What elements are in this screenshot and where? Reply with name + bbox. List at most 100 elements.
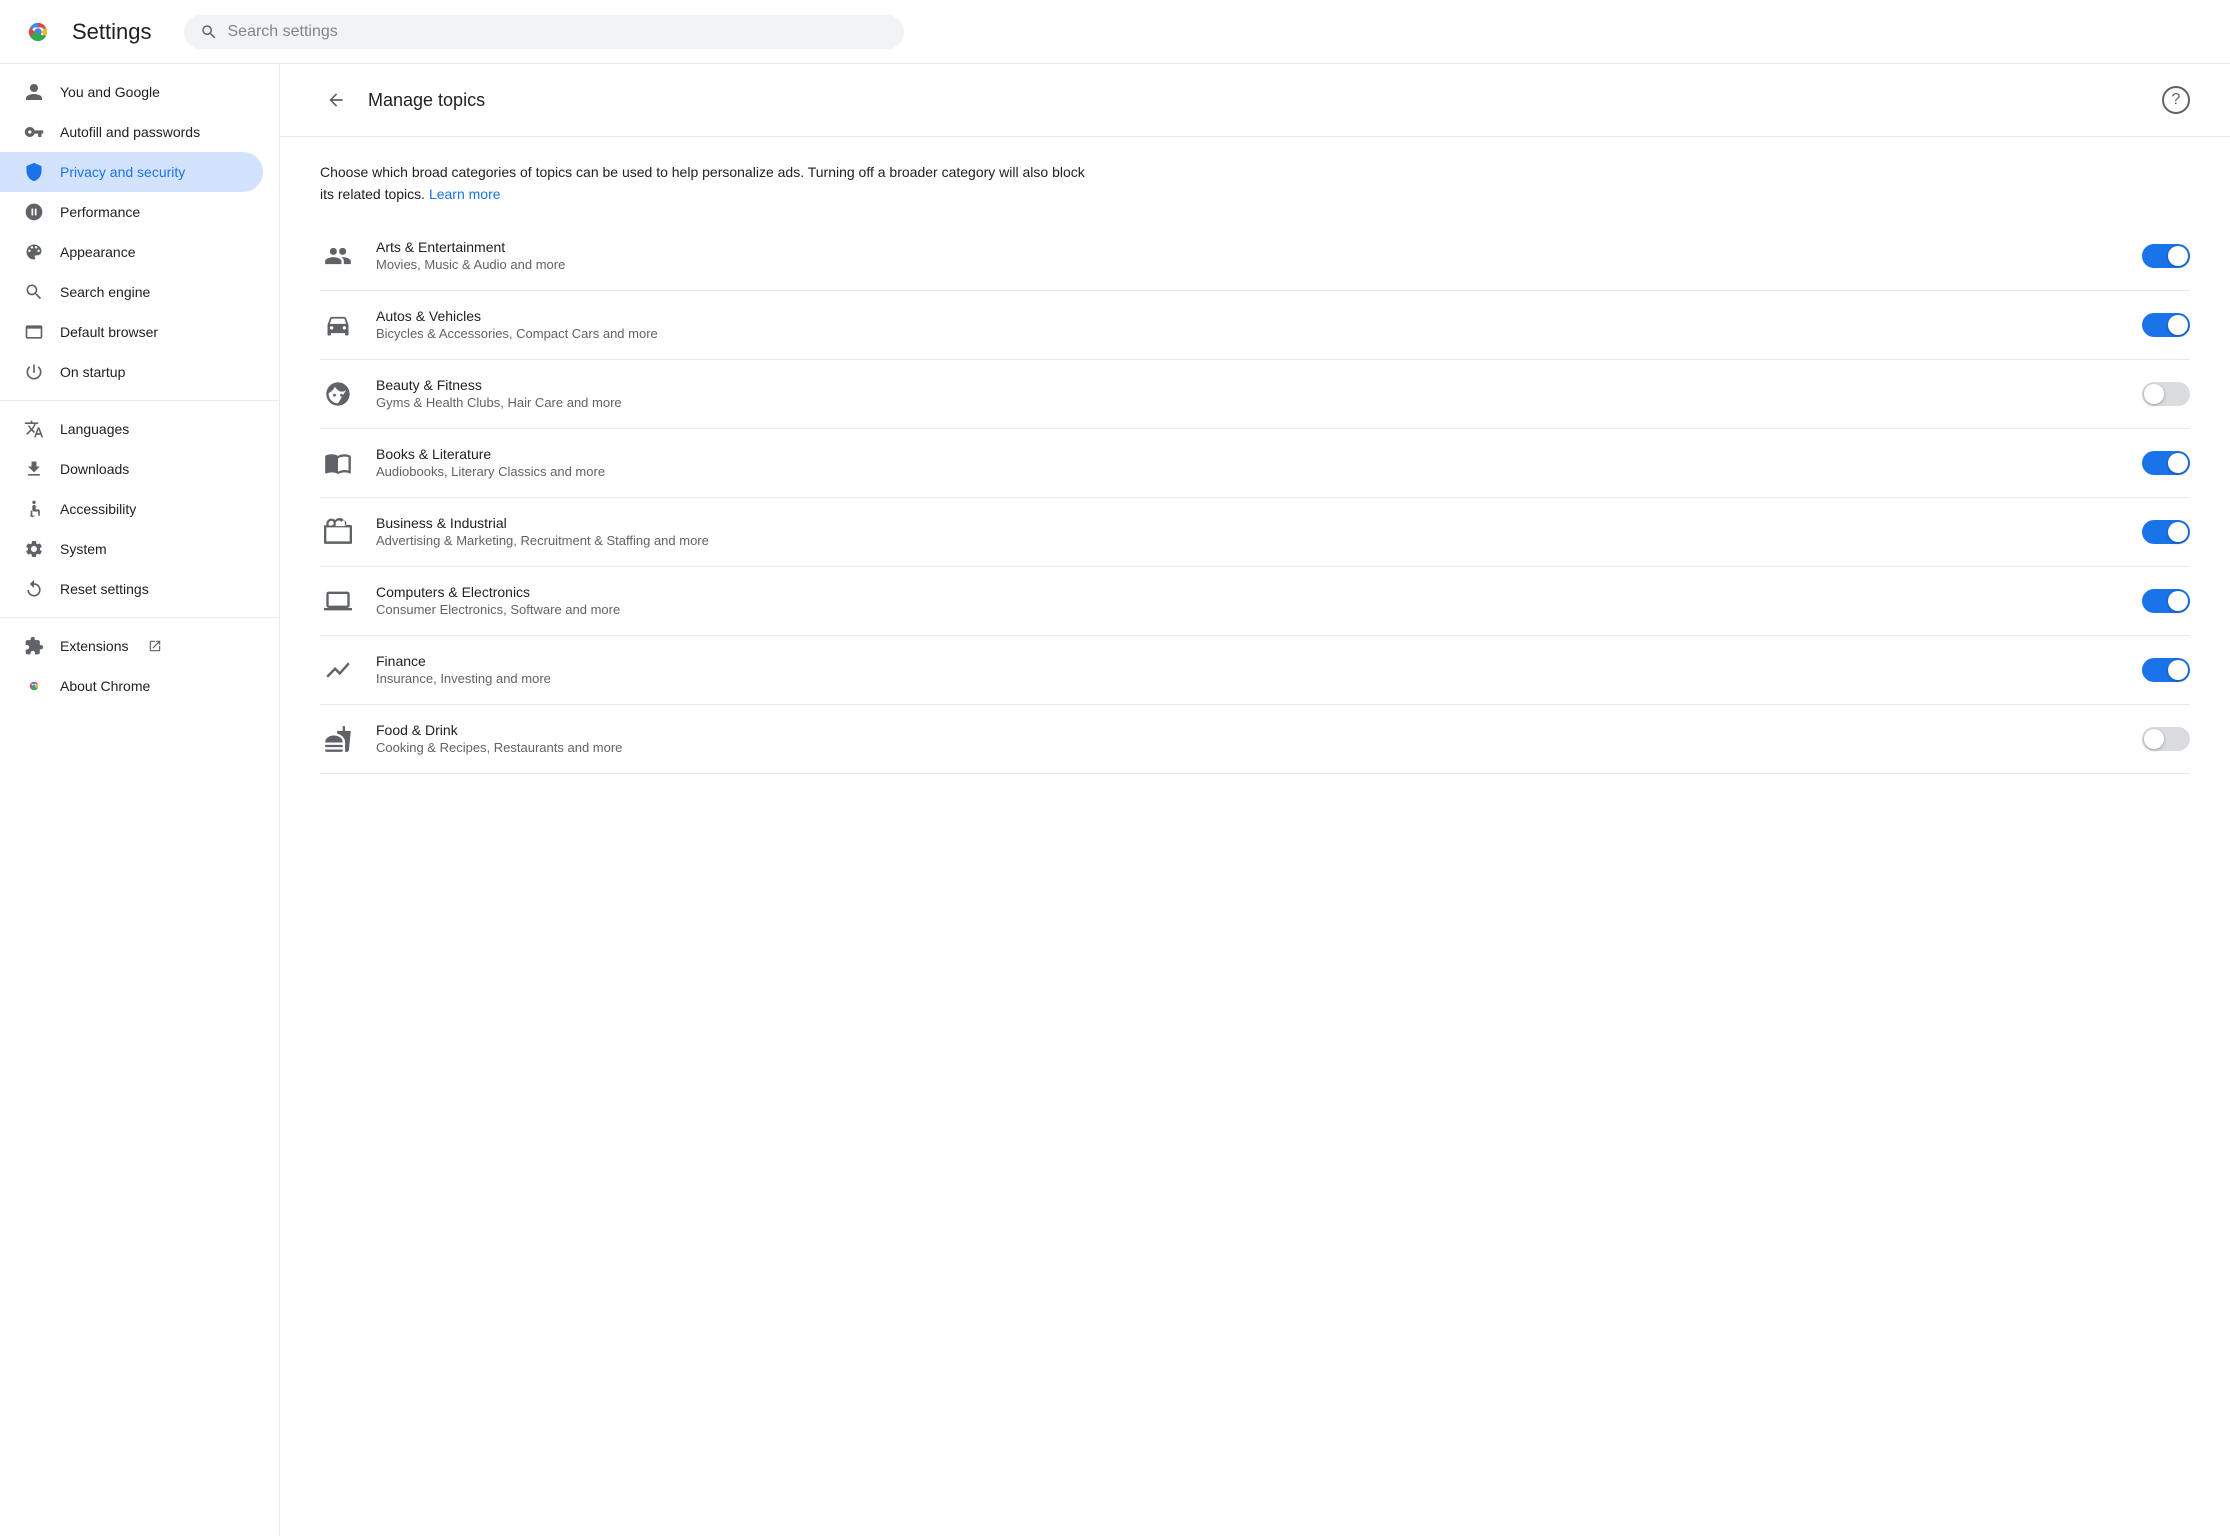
main-content: Manage topics ? Choose which broad categ… [280, 64, 2230, 1536]
back-button[interactable] [320, 84, 352, 116]
sidebar-label-you-and-google: You and Google [60, 84, 160, 100]
page-header-left: Manage topics [320, 84, 485, 116]
shield-icon [24, 162, 44, 182]
toggle-track-computers [2142, 589, 2190, 613]
beauty-icon [320, 376, 356, 412]
sidebar-item-about[interactable]: About Chrome [0, 666, 263, 706]
topic-text-autos: Autos & Vehicles Bicycles & Accessories,… [376, 308, 2122, 341]
sidebar-item-accessibility[interactable]: Accessibility [0, 489, 263, 529]
learn-more-link[interactable]: Learn more [429, 186, 501, 202]
extension-icon [24, 636, 44, 656]
sidebar-label-appearance: Appearance [60, 244, 136, 260]
topic-text-arts: Arts & Entertainment Movies, Music & Aud… [376, 239, 2122, 272]
sidebar-label-performance: Performance [60, 204, 140, 220]
books-icon [320, 445, 356, 481]
toggle-track-business [2142, 520, 2190, 544]
topic-sub-autos: Bicycles & Accessories, Compact Cars and… [376, 326, 2122, 341]
topic-text-books: Books & Literature Audiobooks, Literary … [376, 446, 2122, 479]
settings-title: Settings [72, 19, 152, 45]
toggle-food[interactable] [2142, 727, 2190, 751]
search-nav-icon [24, 282, 44, 302]
help-icon-text: ? [2172, 91, 2181, 109]
topic-name-books: Books & Literature [376, 446, 2122, 462]
toggle-finance[interactable] [2142, 658, 2190, 682]
toggle-thumb-computers [2168, 591, 2188, 611]
topics-list: Arts & Entertainment Movies, Music & Aud… [280, 222, 2230, 774]
toggle-track-beauty [2142, 382, 2190, 406]
topic-item-arts: Arts & Entertainment Movies, Music & Aud… [320, 222, 2190, 291]
toggle-autos[interactable] [2142, 313, 2190, 337]
sidebar-item-search-engine[interactable]: Search engine [0, 272, 263, 312]
sidebar-label-privacy: Privacy and security [60, 164, 185, 180]
sidebar-item-languages[interactable]: Languages [0, 409, 263, 449]
toggle-beauty[interactable] [2142, 382, 2190, 406]
page-header: Manage topics ? [280, 64, 2230, 137]
arts-icon [320, 238, 356, 274]
search-bar [184, 15, 904, 49]
toggle-thumb-food [2144, 729, 2164, 749]
topic-item-business: Business & Industrial Advertising & Mark… [320, 498, 2190, 567]
topic-name-autos: Autos & Vehicles [376, 308, 2122, 324]
sidebar-item-reset[interactable]: Reset settings [0, 569, 263, 609]
sidebar-item-on-startup[interactable]: On startup [0, 352, 263, 392]
page-description: Choose which broad categories of topics … [280, 137, 1140, 222]
gauge-icon [24, 202, 44, 222]
sidebar-label-on-startup: On startup [60, 364, 125, 380]
topic-name-finance: Finance [376, 653, 2122, 669]
sidebar-item-autofill[interactable]: Autofill and passwords [0, 112, 263, 152]
toggle-thumb-arts [2168, 246, 2188, 266]
translate-icon [24, 419, 44, 439]
toggle-thumb-beauty [2144, 384, 2164, 404]
sidebar-item-you-and-google[interactable]: You and Google [0, 72, 263, 112]
sidebar-item-downloads[interactable]: Downloads [0, 449, 263, 489]
sidebar-label-default-browser: Default browser [60, 324, 158, 340]
sidebar-item-default-browser[interactable]: Default browser [0, 312, 263, 352]
reset-icon [24, 579, 44, 599]
food-icon [320, 721, 356, 757]
palette-icon [24, 242, 44, 262]
topic-name-business: Business & Industrial [376, 515, 2122, 531]
topic-sub-finance: Insurance, Investing and more [376, 671, 2122, 686]
chrome-logo-icon [20, 14, 56, 50]
topic-text-business: Business & Industrial Advertising & Mark… [376, 515, 2122, 548]
sidebar-label-downloads: Downloads [60, 461, 129, 477]
toggle-books[interactable] [2142, 451, 2190, 475]
help-button[interactable]: ? [2162, 86, 2190, 114]
topic-sub-arts: Movies, Music & Audio and more [376, 257, 2122, 272]
finance-icon [320, 652, 356, 688]
topic-name-food: Food & Drink [376, 722, 2122, 738]
search-icon [200, 23, 218, 41]
power-icon [24, 362, 44, 382]
topic-item-finance: Finance Insurance, Investing and more [320, 636, 2190, 705]
header: Settings [0, 0, 2230, 64]
toggle-business[interactable] [2142, 520, 2190, 544]
sidebar-item-privacy[interactable]: Privacy and security [0, 152, 263, 192]
topic-sub-books: Audiobooks, Literary Classics and more [376, 464, 2122, 479]
toggle-thumb-books [2168, 453, 2188, 473]
topic-name-beauty: Beauty & Fitness [376, 377, 2122, 393]
sidebar-item-appearance[interactable]: Appearance [0, 232, 263, 272]
toggle-thumb-finance [2168, 660, 2188, 680]
computers-icon [320, 583, 356, 619]
sidebar-label-autofill: Autofill and passwords [60, 124, 200, 140]
toggle-track-arts [2142, 244, 2190, 268]
sidebar-item-system[interactable]: System [0, 529, 263, 569]
browser-icon [24, 322, 44, 342]
sidebar-item-performance[interactable]: Performance [0, 192, 263, 232]
toggle-track-food [2142, 727, 2190, 751]
page-title: Manage topics [368, 90, 485, 111]
topic-item-food: Food & Drink Cooking & Recipes, Restaura… [320, 705, 2190, 774]
person-icon [24, 82, 44, 102]
download-icon [24, 459, 44, 479]
toggle-thumb-business [2168, 522, 2188, 542]
external-link-icon [148, 639, 162, 653]
sidebar-label-reset: Reset settings [60, 581, 149, 597]
toggle-track-finance [2142, 658, 2190, 682]
topic-text-finance: Finance Insurance, Investing and more [376, 653, 2122, 686]
toggle-arts[interactable] [2142, 244, 2190, 268]
accessibility-icon [24, 499, 44, 519]
autos-icon [320, 307, 356, 343]
toggle-computers[interactable] [2142, 589, 2190, 613]
search-input[interactable] [228, 23, 888, 41]
sidebar-item-extensions[interactable]: Extensions [0, 626, 263, 666]
